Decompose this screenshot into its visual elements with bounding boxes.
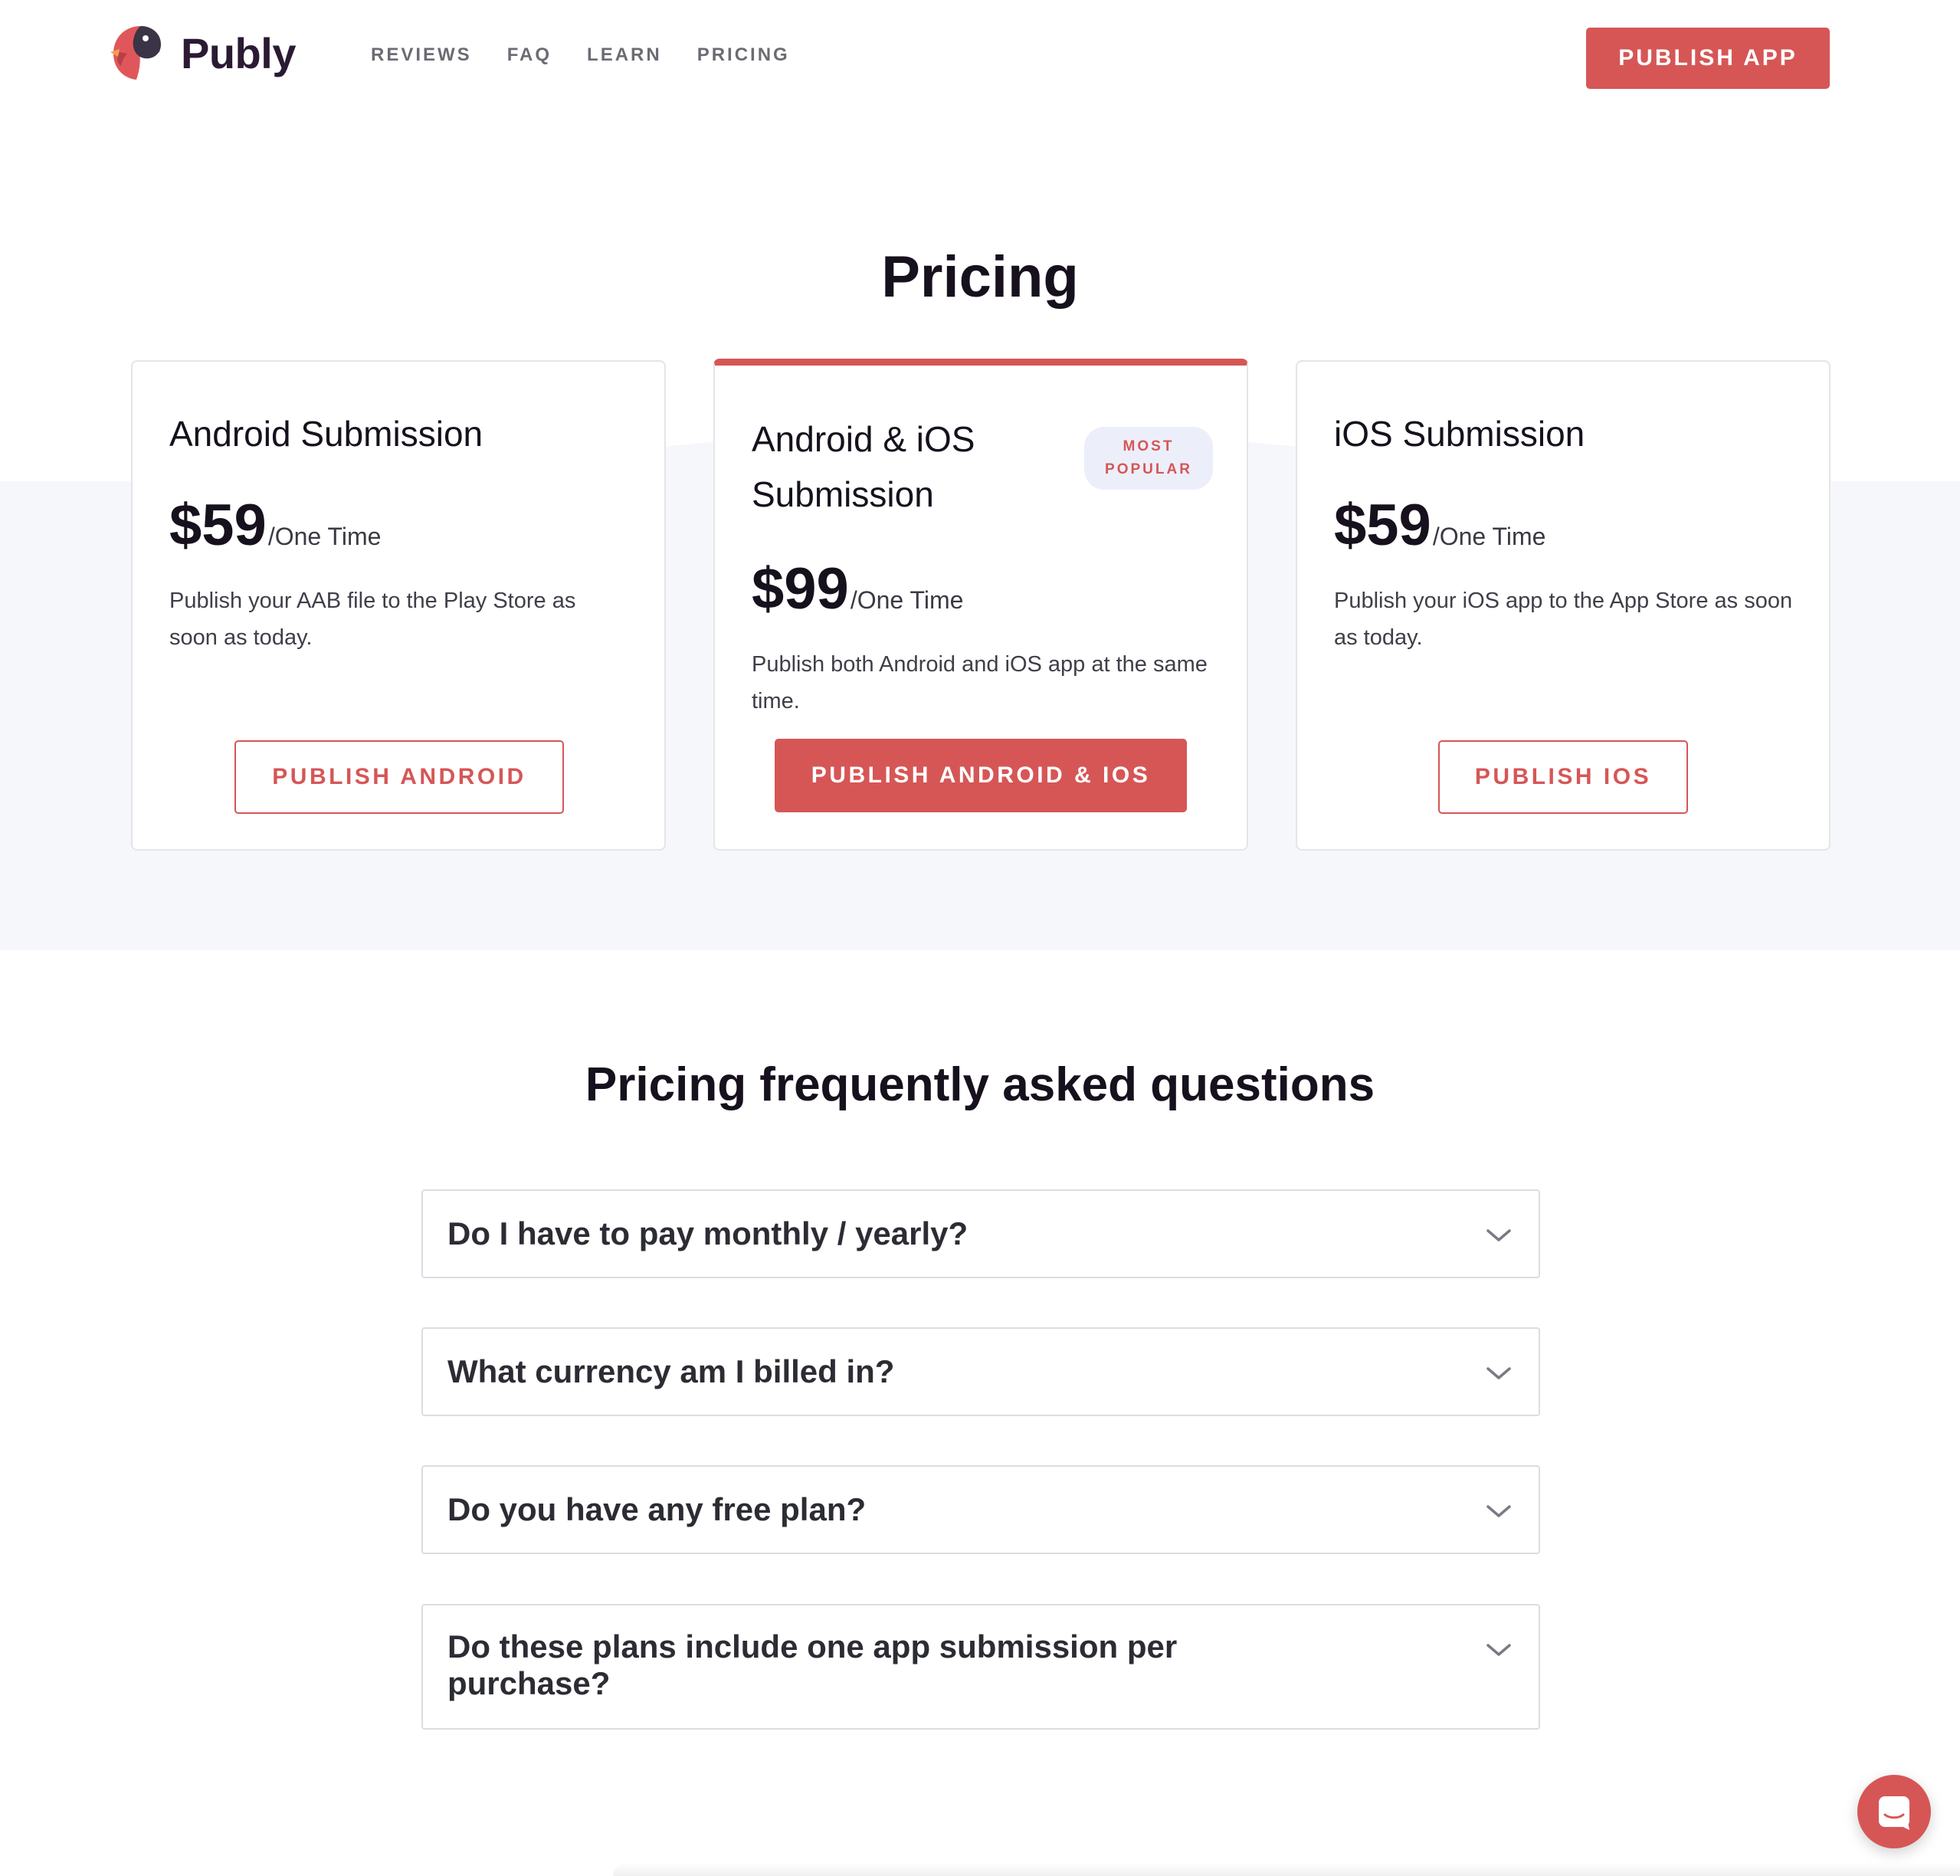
plan-price: $59 /One Time [1334, 492, 1545, 559]
price-period: /One Time [850, 586, 964, 614]
brand-name: Publy [181, 28, 296, 77]
plan-card-android: Android Submission $59 /One Time Publish… [131, 360, 666, 851]
plan-card-ios: iOS Submission $59 /One Time Publish you… [1296, 360, 1831, 851]
bottom-shadow [613, 1862, 1960, 1876]
chat-icon [1879, 1796, 1909, 1830]
chevron-down-icon [1486, 1505, 1511, 1517]
chevron-down-icon [1486, 1644, 1511, 1656]
faq-question: Do I have to pay monthly / yearly? [447, 1215, 969, 1251]
publish-android-ios-button[interactable]: PUBLISH ANDROID & IOS [775, 739, 1187, 812]
nav-pricing[interactable]: PRICING [697, 44, 790, 66]
parrot-logo-icon [110, 26, 161, 80]
chevron-down-icon [1486, 1367, 1511, 1379]
plan-price: $99 /One Time [752, 556, 963, 622]
plan-title: iOS Submission [1334, 414, 1585, 454]
nav-learn[interactable]: LEARN [587, 44, 662, 66]
plan-description: Publish both Android and iOS app at the … [752, 652, 1208, 713]
price-amount: $99 [752, 556, 849, 622]
plan-title: Android & iOS Submission [752, 419, 975, 514]
plan-card-android-ios: Android & iOS Submission MOST POPULAR $9… [713, 359, 1248, 851]
price-period: /One Time [267, 523, 382, 550]
plan-description: Publish your AAB file to the Play Store … [169, 589, 576, 650]
chevron-down-icon [1486, 1229, 1511, 1241]
publish-android-button[interactable]: PUBLISH ANDROID [234, 740, 564, 814]
faq-question: Do you have any free plan? [447, 1491, 867, 1527]
nav-reviews[interactable]: REVIEWS [371, 44, 472, 66]
faq-item[interactable]: What currency am I billed in? [421, 1327, 1540, 1416]
page: Publy REVIEWS FAQ LEARN PRICING PUBLISH … [0, 0, 1960, 1876]
price-amount: $59 [169, 493, 267, 558]
main-nav: REVIEWS FAQ LEARN PRICING [371, 44, 790, 66]
nav-faq[interactable]: FAQ [507, 44, 552, 66]
plan-description: Publish your iOS app to the App Store as… [1334, 589, 1793, 650]
publish-app-button[interactable]: PUBLISH APP [1586, 28, 1830, 89]
faq-item[interactable]: Do I have to pay monthly / yearly? [421, 1189, 1540, 1278]
publish-ios-button[interactable]: PUBLISH IOS [1438, 740, 1688, 814]
chat-launcher-button[interactable] [1857, 1775, 1931, 1848]
faq-item[interactable]: Do these plans include one app submissio… [421, 1604, 1540, 1730]
most-popular-badge: MOST POPULAR [1084, 427, 1213, 490]
faq-question: Do these plans include one app submissio… [447, 1628, 1178, 1701]
faq-title: Pricing frequently asked questions [585, 1058, 1375, 1111]
plan-price: $59 /One Time [169, 492, 381, 559]
plan-title: Android Submission [169, 414, 483, 454]
price-amount: $59 [1334, 493, 1431, 558]
pricing-title: Pricing [881, 244, 1079, 310]
brand-logo[interactable]: Publy [106, 21, 296, 84]
faq-item[interactable]: Do you have any free plan? [421, 1465, 1540, 1554]
price-period: /One Time [1432, 523, 1546, 550]
faq-question: What currency am I billed in? [447, 1353, 895, 1389]
